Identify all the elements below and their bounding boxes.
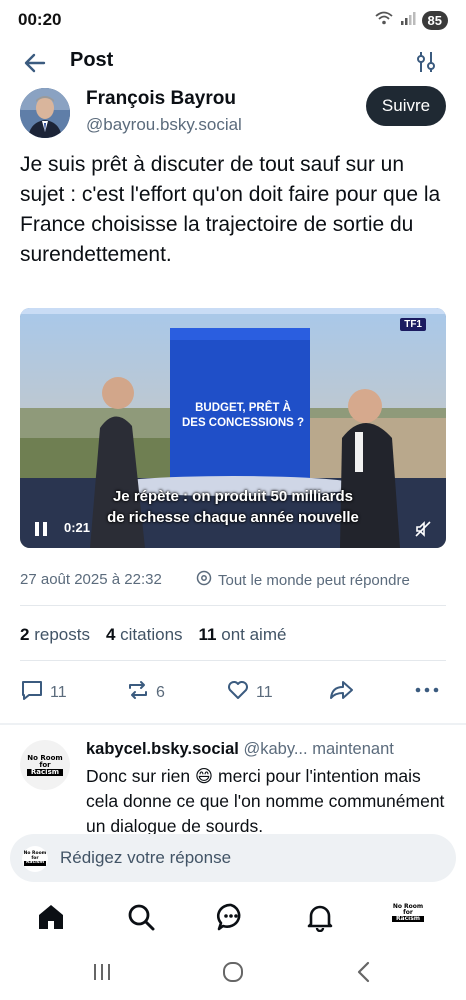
likes-count: 11 [198, 625, 217, 644]
more-icon [414, 678, 440, 707]
status-icons: 85 [374, 10, 448, 31]
bell-icon[interactable] [305, 902, 335, 937]
status-bar: 00:20 85 [0, 0, 466, 40]
composer-avatar-text-3: Racism [23, 861, 47, 866]
status-time: 00:20 [18, 10, 62, 29]
composer-avatar-logo: No Room for Racism [23, 852, 47, 866]
home-circle-icon[interactable] [221, 960, 245, 989]
author-name[interactable]: François Bayrou [86, 88, 236, 110]
reposts-label: reposts [34, 625, 90, 644]
reply-text: Donc sur rien 😄 merci pour l'intention m… [86, 766, 445, 836]
system-nav-bar [0, 948, 466, 1000]
section-separator [0, 723, 466, 725]
pause-icon[interactable] [34, 521, 48, 542]
page-title: Post [70, 49, 114, 71]
home-icon[interactable] [36, 902, 66, 937]
mute-icon[interactable] [414, 520, 432, 543]
battery-indicator: 85 [421, 11, 448, 30]
follow-button[interactable]: Suivre [366, 86, 446, 126]
repost-button[interactable]: 6 [126, 678, 165, 707]
banner-line-1: BUDGET, PRÊT À [195, 402, 291, 414]
back-chevron-icon[interactable] [352, 960, 376, 989]
wifi-icon [374, 10, 394, 31]
reply-permission-label: Tout le monde peut répondre [218, 571, 410, 589]
recent-apps-icon[interactable] [90, 960, 114, 989]
author-avatar[interactable] [20, 88, 70, 138]
likes-label: ont aimé [221, 625, 287, 644]
globe-icon [196, 570, 212, 590]
chat-icon[interactable] [216, 902, 246, 937]
reply-time: maintenant [312, 740, 394, 758]
sliders-icon[interactable] [416, 50, 436, 79]
composer-avatar: No Room for Racism [22, 846, 48, 872]
reply-permission[interactable]: Tout le monde peut répondre [196, 570, 410, 590]
reposts-stat[interactable]: 2 reposts [20, 625, 90, 645]
divider [20, 660, 446, 661]
profile-avatar-icon[interactable]: No Room for Racism [392, 904, 424, 922]
post-text: Je suis prêt à discuter de tout sauf sur… [20, 153, 441, 266]
heart-icon [226, 678, 250, 707]
reply-composer[interactable]: No Room for Racism Rédigez votre réponse [10, 834, 456, 882]
author-handle[interactable]: @bayrou.bsky.social [86, 115, 242, 135]
back-arrow-icon[interactable] [22, 50, 48, 81]
profile-avatar-text-3: Racism [392, 916, 424, 922]
reposts-count: 2 [20, 625, 30, 644]
reply-author-handle[interactable]: @kaby... [243, 740, 307, 758]
comment-icon [20, 678, 44, 707]
share-icon [328, 678, 354, 707]
no-room-for-racism-logo: No Room for Racism [27, 754, 63, 776]
bottom-nav: No Room for Racism [0, 890, 466, 948]
repost-icon [126, 678, 150, 707]
profile-avatar-logo: No Room for Racism [392, 904, 424, 922]
reply-button[interactable]: 11 [20, 678, 67, 707]
quotes-count: 4 [105, 625, 116, 644]
video-banner: BUDGET, PRÊT À DES CONCESSIONS ? [176, 346, 310, 486]
reply-author-name[interactable]: kabycel.bsky.social [86, 740, 239, 758]
signal-icon [400, 11, 416, 30]
banner-line-2: DES CONCESSIONS ? [181, 417, 305, 429]
composer-placeholder[interactable]: Rédigez votre réponse [60, 848, 231, 868]
quotes-stat[interactable]: 4 citations [106, 625, 183, 645]
like-button[interactable]: 11 [226, 678, 273, 707]
like-count: 11 [256, 683, 273, 701]
likes-stat[interactable]: 11 ont aimé [199, 625, 287, 645]
divider [20, 605, 446, 606]
reply-count: 11 [50, 683, 67, 701]
post-actions: 11 6 11 [20, 678, 446, 708]
top-header: Post [0, 40, 466, 88]
reply-header: kabycel.bsky.social @kaby... maintenant [86, 740, 452, 759]
search-icon[interactable] [126, 902, 156, 937]
subtitle-line-1: Je répète : on produit 50 milliards [112, 488, 354, 505]
share-button[interactable] [328, 678, 354, 707]
more-options-button[interactable] [414, 678, 440, 707]
repost-count: 6 [156, 683, 165, 701]
post-date: 27 août 2025 à 22:32 [20, 571, 162, 588]
post-stats: 2 reposts 4 citations 11 ont aimé [20, 625, 286, 645]
channel-logo: TF1 [400, 318, 426, 331]
quotes-label: citations [120, 625, 183, 644]
reply-avatar[interactable]: No Room for Racism [20, 740, 70, 790]
video-player[interactable]: BUDGET, PRÊT À DES CONCESSIONS ? TF1 Je … [20, 308, 446, 548]
avatar-text-3: Racism [27, 768, 63, 776]
video-time: 0:21 [64, 520, 91, 535]
